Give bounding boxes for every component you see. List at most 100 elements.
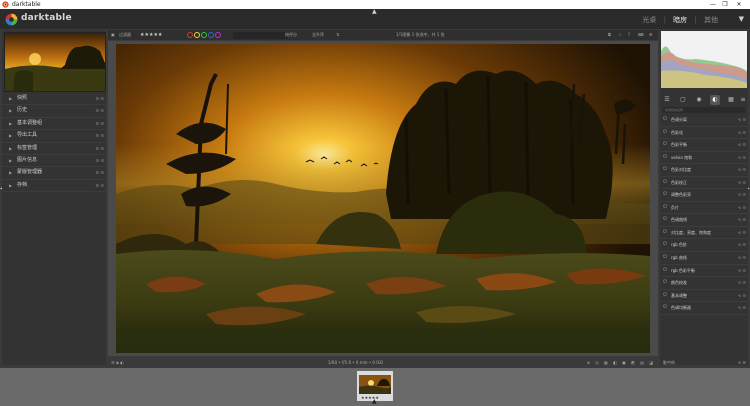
star-icon[interactable]: ☆ <box>618 30 622 40</box>
module-preset-icon[interactable]: ⚙ ☰ <box>96 130 104 141</box>
module-tone-equalizer[interactable]: ⏻ 色调均衡器 ⟲ ☰ <box>660 302 748 315</box>
module-preset-icon[interactable]: ⚙ ☰ <box>96 155 104 166</box>
power-icon: ⏻ <box>663 116 667 122</box>
module-preset-icon[interactable]: ⚙ ☰ <box>96 167 104 178</box>
sort-order-select[interactable]: 全升序 <box>312 30 324 40</box>
left-module-mask-manager[interactable]: ▶ 蒙版管理器 ⚙ ☰ <box>2 167 106 180</box>
sort-direction-icon[interactable]: ⇅ <box>336 30 339 40</box>
rating-filter[interactable]: ★★★★★ <box>140 30 162 40</box>
module-tone-curve[interactable]: ⏻ 色调曲线 ⟲ ☰ <box>660 214 748 227</box>
filmstrip-thumbnail[interactable]: ★★★★★ <box>357 371 393 401</box>
module-controls-icon[interactable]: ⟲ ☰ <box>738 139 746 151</box>
module-rgb-levels[interactable]: ⏻ rgb 色阶 ⟲ ☰ <box>660 239 748 253</box>
power-icon: ⏻ <box>663 254 667 261</box>
text-search-input[interactable] <box>233 31 288 39</box>
bottom-panel-toggle-arrow[interactable]: ▲ <box>372 398 377 405</box>
module-contrast-brightness-saturation[interactable]: ⏻ 对比度、亮度、饱和度 ⟲ ☰ <box>660 227 748 240</box>
module-controls-icon[interactable]: ⟲ ☰ <box>738 265 746 277</box>
view-darkroom[interactable]: 暗房 <box>673 16 687 24</box>
center-toolbar: ▣ 过滤器 ★★★★★ 按评分 全升序 ⇅ 1/1图像 1 张选中，共 1 张 … <box>108 30 658 40</box>
grouping-icon[interactable]: ▣ <box>111 30 115 40</box>
module-controls-icon[interactable]: ⟲ ☰ <box>738 290 746 302</box>
module-search-input[interactable] <box>663 107 745 113</box>
left-module-archive[interactable]: ▶ 存档 ⚙ ☰ <box>2 180 106 193</box>
module-preset-icon[interactable]: ⚙ ☰ <box>96 143 104 154</box>
module-split-toning[interactable]: ⏻ 色调分离 ⟲ ☰ <box>660 114 748 127</box>
view-switcher: 光桌 | 暗房 | 其他 <box>637 15 718 25</box>
left-panel: ▶ 快照 ⚙ ☰ ▶ 历史 ⚙ ☰ ▶ 基本调整组 ⚙ ☰ ▶ 导出工具 ⚙ ☰ ▶ 标签管理 ⚙ … <box>2 30 106 365</box>
center-bottom-bar: ☰ ◈ ◐ 1/60 • f/5.6 • 0 mm • 0 ISO ⊕ ◎ ▦ … <box>108 358 658 368</box>
view-separator: | <box>694 16 697 24</box>
tab-color-icon[interactable]: ◐ <box>710 95 720 105</box>
power-icon: ⏻ <box>663 166 667 173</box>
module-color-zones[interactable]: ⏻ 调整色彩亮 ⟲ ☰ <box>660 189 748 202</box>
module-controls-icon[interactable]: ⟲ ☰ <box>738 189 746 201</box>
image-canvas[interactable] <box>108 41 658 356</box>
module-rgb-curve[interactable]: ⏻ rgb 曲线 ⟲ ☰ <box>660 252 748 265</box>
window-title: darktable <box>12 1 41 8</box>
tab-correct-icon[interactable]: ▦ <box>726 95 736 105</box>
module-controls-icon[interactable]: ⟲ ☰ <box>738 302 746 314</box>
module-preset-icon[interactable]: ⚙ ☰ <box>96 180 104 191</box>
module-preset-icon[interactable]: ⚙ ☰ <box>96 118 104 129</box>
left-module-tagging[interactable]: ▶ 标签管理 ⚙ ☰ <box>2 143 106 155</box>
brand: darktable <box>5 11 72 27</box>
module-controls-icon[interactable]: ⟲ ☰ <box>738 164 746 176</box>
module-rgb-color-balance[interactable]: ⏻ rgb 色彩平衡 ⟲ ☰ <box>660 265 748 278</box>
module-preset-icon[interactable]: ⚙ ☰ <box>96 93 104 104</box>
module-controls-icon[interactable]: ⟲ ☰ <box>738 227 746 239</box>
close-button[interactable]: ✕ <box>732 0 746 9</box>
help-icon[interactable]: ? <box>628 30 630 40</box>
view-lighttable[interactable]: 光桌 <box>642 16 656 24</box>
module-controls-icon[interactable]: ⟲ ☰ <box>738 239 746 251</box>
module-controls-icon[interactable]: ⟲ ☰ <box>738 177 746 189</box>
module-color-contrast[interactable]: ⏻ 色彩对比度 ⟲ ☰ <box>660 164 748 177</box>
sort-by-select[interactable]: 按评分 <box>285 30 297 40</box>
power-icon: ⏻ <box>663 128 667 135</box>
module-color-balance[interactable]: ⏻ 色彩平衡 ⟲ ☰ <box>660 139 748 152</box>
module-controls-icon[interactable]: ⟲ ☰ <box>738 127 746 139</box>
left-module-snapshots[interactable]: ▶ 快照 ⚙ ☰ <box>2 93 106 106</box>
module-controls-icon[interactable]: ⟲ ☰ <box>738 202 746 214</box>
copy-icon[interactable]: ⧉ <box>608 30 611 40</box>
module-color-calibration[interactable]: ⏻ 颜色校准 ⟲ ☰ <box>660 277 748 290</box>
color-label-filter[interactable] <box>186 30 221 40</box>
preferences-gear-icon[interactable]: ⚙ <box>649 30 653 40</box>
navigation-thumbnail[interactable] <box>4 32 106 92</box>
right-bottom-bar: 脏中的 ⊙ ☰ <box>660 358 748 368</box>
module-preset-icon[interactable]: ⚙ ☰ <box>96 105 104 116</box>
left-module-export-tools[interactable]: ▶ 导出工具 ⚙ ☰ <box>2 130 106 143</box>
power-icon: ⏻ <box>663 178 667 185</box>
power-icon: ⏻ <box>663 191 667 198</box>
top-panel-toggle-arrow[interactable]: ▲ <box>372 8 377 15</box>
power-icon: ⏻ <box>663 304 667 311</box>
view-other[interactable]: 其他 <box>704 16 718 24</box>
chevron-down-icon[interactable]: ▼ <box>739 15 744 23</box>
module-controls-icon[interactable]: ⟲ ☰ <box>738 114 746 126</box>
module-color-correction[interactable]: ⏻ 色彩校正 ⟲ ☰ <box>660 177 748 190</box>
maximize-button[interactable]: ❐ <box>718 0 732 9</box>
power-icon: ⏻ <box>663 216 667 223</box>
module-velvia[interactable]: ⏻ velvia 饱和 ⟲ ☰ <box>660 152 748 165</box>
right-bottom-icons[interactable]: ⊙ ☰ <box>738 358 746 368</box>
module-basic-adjustments[interactable]: ⏻ 基本调整 ⟲ ☰ <box>660 290 748 303</box>
darkroom-tool-icons[interactable]: ⊕ ◎ ▦ ◧ ▣ ◩ ▤ ◪ <box>587 358 655 368</box>
filmstrip-image <box>359 375 391 394</box>
tab-quick-access-icon[interactable]: ☰ <box>662 95 672 105</box>
tab-active-modules-icon[interactable]: ▢ <box>678 95 688 105</box>
quick-access-icons[interactable]: ☰ ◈ ◐ <box>111 358 124 368</box>
histogram[interactable] <box>661 31 747 88</box>
tab-base-icon[interactable]: ◉ <box>694 95 704 105</box>
module-controls-icon[interactable]: ⟲ ☰ <box>738 214 746 226</box>
module-controls-icon[interactable]: ⟲ ☰ <box>738 277 746 289</box>
module-colorize[interactable]: ⏻ 色彩化 ⟲ ☰ <box>660 127 748 140</box>
module-invert[interactable]: ⏻ 负片 ⟲ ☰ <box>660 202 748 215</box>
left-module-history[interactable]: ▶ 历史 ⚙ ☰ <box>2 105 106 118</box>
left-module-basic-adjustments[interactable]: ▶ 基本调整组 ⚙ ☰ <box>2 118 106 131</box>
module-controls-icon[interactable]: ⟲ ☰ <box>738 152 746 164</box>
module-controls-icon[interactable]: ⟲ ☰ <box>738 252 746 264</box>
tab-presets-menu-icon[interactable]: ≡ <box>738 95 748 105</box>
photo-sunset-forest[interactable] <box>116 44 650 353</box>
shortcuts-icon[interactable]: ⌨ <box>638 30 644 40</box>
left-module-image-info[interactable]: ▶ 图片信息 ⚙ ☰ <box>2 155 106 168</box>
